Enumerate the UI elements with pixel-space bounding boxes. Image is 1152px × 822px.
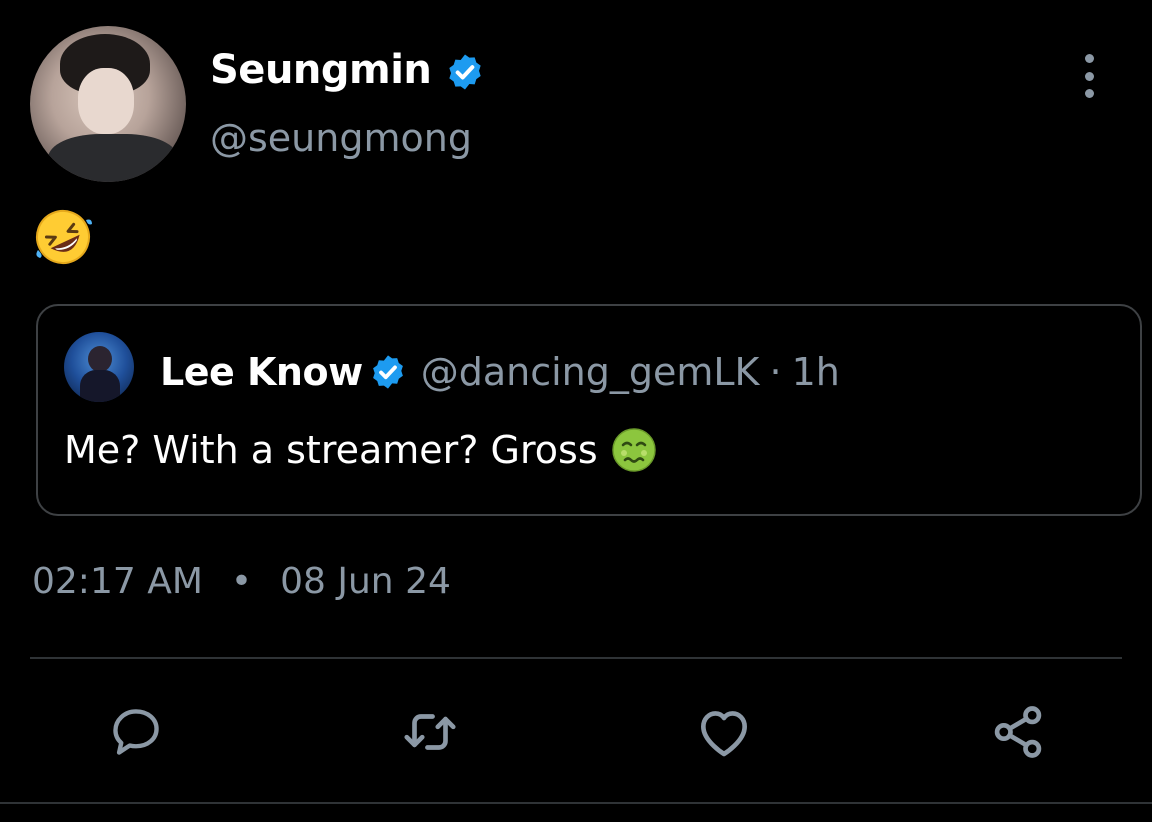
quoted-author-name[interactable]: Lee Know — [160, 342, 363, 402]
quoted-author-handle[interactable]: @dancing_gemLK — [421, 342, 760, 402]
retweet-button[interactable] — [398, 700, 462, 764]
nauseated-face-emoji-icon — [611, 428, 656, 472]
divider — [30, 657, 1122, 659]
quoted-tweet-card[interactable]: Lee Know @dancing_gemLK · 1h Me? With a … — [36, 304, 1142, 516]
reply-icon — [113, 709, 159, 755]
author-handle[interactable]: @seungmong — [210, 112, 472, 164]
quoted-avatar-body — [80, 370, 120, 402]
author-name[interactable]: Seungmin — [210, 44, 485, 96]
retweet-icon — [404, 714, 456, 750]
timestamp-separator: • — [230, 561, 253, 602]
like-icon — [701, 711, 747, 757]
author-avatar[interactable] — [30, 26, 186, 182]
quoted-verified-badge-icon — [372, 355, 403, 389]
timestamp-time: 02:17 AM — [32, 561, 203, 602]
rolling-on-the-floor-laughing-emoji-icon — [36, 210, 92, 264]
bottom-divider — [0, 802, 1152, 804]
author-name-text[interactable]: Seungmin — [210, 47, 432, 93]
avatar-shirt — [48, 134, 178, 182]
reply-button[interactable] — [104, 700, 168, 764]
quoted-tweet-text-content: Me? With a streamer? Gross — [64, 428, 598, 472]
avatar-face — [78, 68, 134, 134]
timestamp-date: 08 Jun 24 — [280, 561, 451, 602]
quoted-separator: · — [769, 350, 782, 394]
quoted-author-avatar[interactable] — [64, 332, 134, 402]
quoted-time: 1h — [791, 350, 840, 394]
tweet-timestamp: 02:17 AM • 08 Jun 24 — [32, 556, 451, 608]
more-options-icon[interactable] — [1072, 54, 1106, 98]
quoted-avatar-head — [88, 346, 112, 372]
like-button[interactable] — [692, 700, 756, 764]
verified-badge-icon — [449, 54, 481, 90]
quoted-tweet-text: Me? With a streamer? Gross — [64, 422, 658, 478]
share-icon — [994, 706, 1042, 758]
share-button[interactable] — [986, 700, 1050, 764]
quoted-tweet-header: Lee Know @dancing_gemLK · 1h — [160, 342, 840, 402]
